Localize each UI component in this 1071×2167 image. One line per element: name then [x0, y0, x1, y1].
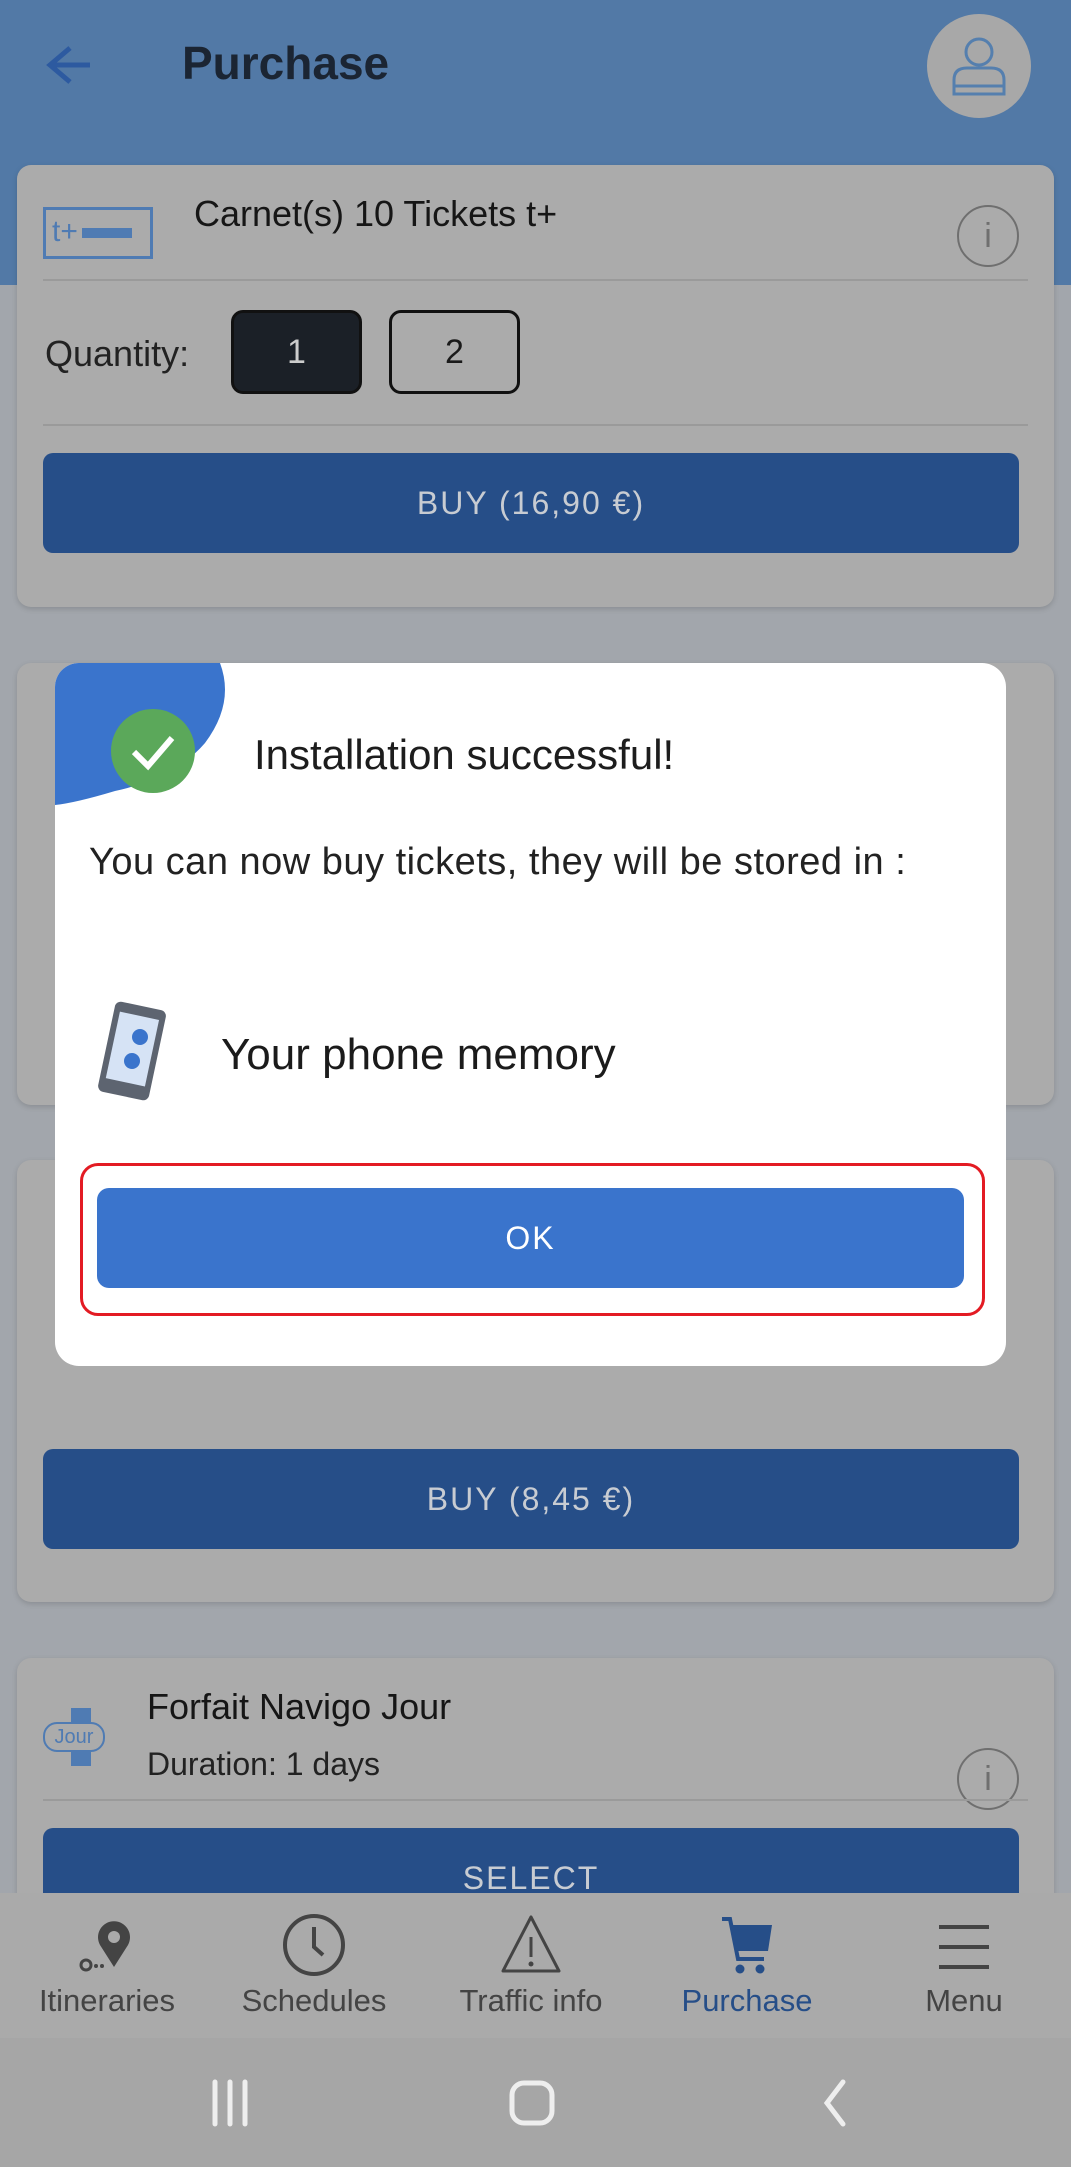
- success-check-icon: [111, 709, 195, 793]
- map-pin-icon: [79, 1921, 130, 1972]
- divider: [43, 279, 1028, 281]
- quantity-option-2[interactable]: 2: [389, 310, 520, 394]
- back-nav-icon[interactable]: [815, 2078, 855, 2128]
- recent-apps-icon[interactable]: [205, 2078, 255, 2128]
- dialog-title: Installation successful!: [254, 731, 675, 778]
- ok-button[interactable]: OK: [97, 1188, 964, 1288]
- home-icon[interactable]: [507, 2078, 557, 2128]
- product-duration: Duration: 1 days: [147, 1746, 381, 1782]
- nav-menu[interactable]: Menu: [857, 1893, 1071, 2038]
- warning-icon: [501, 1915, 561, 1973]
- nav-itineraries[interactable]: Itineraries: [0, 1893, 214, 2038]
- installation-success-dialog: Installation successful! You can now buy…: [55, 663, 1006, 1366]
- nav-schedules[interactable]: Schedules: [207, 1893, 421, 2038]
- user-icon: [952, 37, 1006, 96]
- clock-icon: [283, 1914, 345, 1976]
- info-icon[interactable]: i: [957, 205, 1019, 267]
- page-title: Purchase: [182, 37, 390, 89]
- cart-icon: [722, 1917, 772, 1974]
- back-arrow-icon[interactable]: [40, 40, 96, 90]
- product-title: Carnet(s) 10 Tickets t+: [194, 193, 558, 234]
- product-card-carnet: t+ Carnet(s) 10 Tickets t+ i Quantity: 1…: [17, 165, 1054, 607]
- nav-purchase[interactable]: Purchase: [640, 1893, 854, 2038]
- buy-button[interactable]: BUY (16,90 €): [43, 453, 1019, 553]
- product-title: Forfait Navigo Jour: [147, 1686, 452, 1727]
- quantity-label: Quantity:: [45, 333, 190, 374]
- dialog-message: You can now buy tickets, they will be st…: [89, 841, 907, 883]
- navigo-jour-icon: Jour: [43, 1708, 105, 1778]
- menu-icon: [939, 1925, 989, 1969]
- storage-location: Your phone memory: [221, 1030, 616, 1079]
- system-navigation-bar: [0, 2038, 1071, 2167]
- quantity-option-1[interactable]: 1: [231, 310, 362, 394]
- bottom-navigation: Itineraries Schedules Traffic info Purch…: [0, 1893, 1071, 2038]
- phone-icon: [98, 1001, 166, 1101]
- nav-traffic-info[interactable]: Traffic info: [424, 1893, 638, 2038]
- ticket-t-plus-icon: t+: [43, 207, 153, 259]
- divider: [43, 424, 1028, 426]
- buy-button[interactable]: BUY (8,45 €): [43, 1449, 1019, 1549]
- divider: [43, 1799, 1028, 1801]
- profile-button[interactable]: [927, 14, 1031, 118]
